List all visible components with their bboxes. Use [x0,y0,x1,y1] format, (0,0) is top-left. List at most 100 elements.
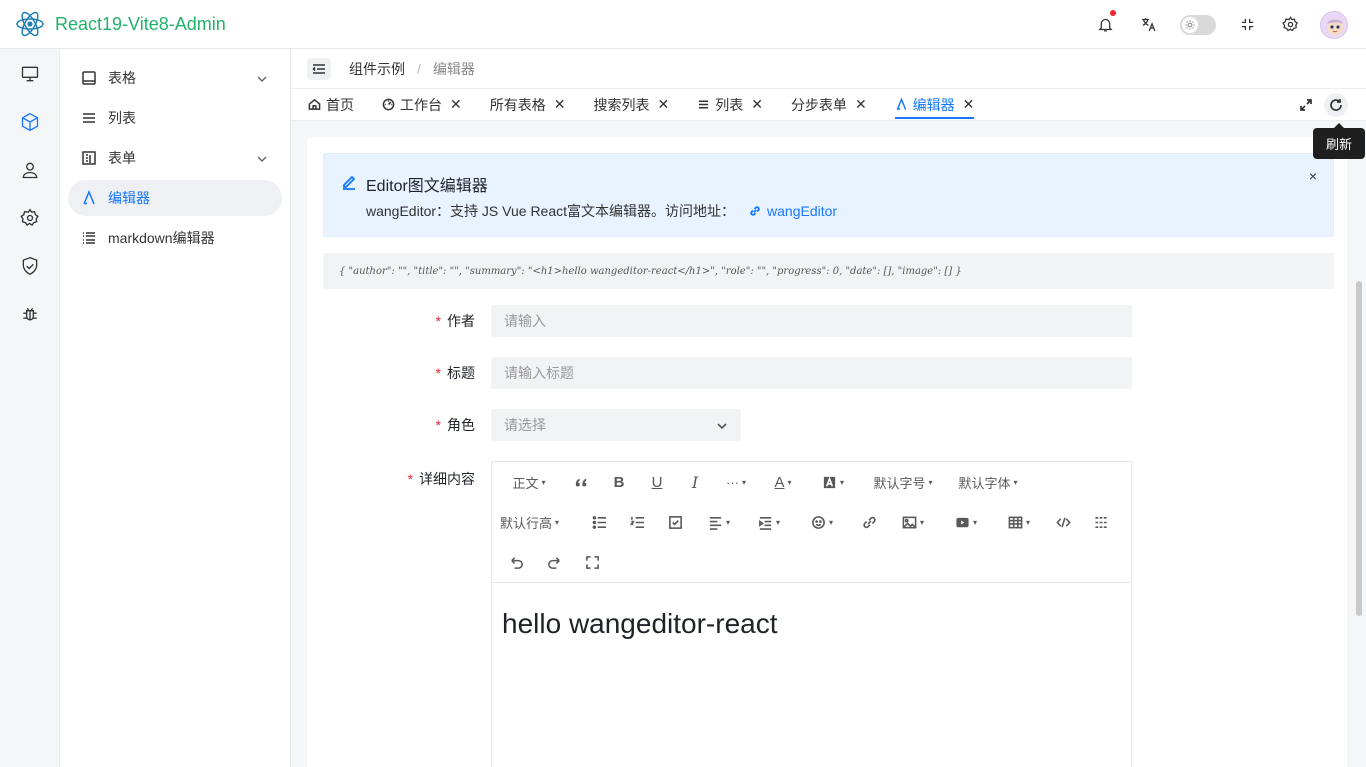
bulleted-list-button[interactable] [580,510,618,534]
numbered-list-button[interactable] [618,510,656,534]
emoji-icon [812,515,825,529]
image-dropdown[interactable]: ▾ [888,510,938,534]
tab-search-list[interactable]: 搜索列表 ✕ [593,89,669,121]
alert-close-icon[interactable]: × [1309,168,1317,184]
rail-item-settings[interactable] [0,194,60,242]
toolbar-row-2: 默认行高 ▾ ▾ ▾ ▾ ▾ ▾ ▾ [492,502,1120,542]
font-size-label: 默认字号 [873,475,926,491]
author-input[interactable]: 请输入 [491,305,1132,337]
avatar[interactable] [1320,10,1348,39]
tab-close-icon[interactable]: ✕ [963,96,975,113]
more-style-dropdown[interactable]: ··· ▾ [714,470,758,494]
gear-icon [1282,16,1299,32]
wangeditor-link[interactable]: wangEditor [749,203,837,219]
tab-close-icon[interactable]: ✕ [450,96,462,113]
undo-button[interactable] [497,550,535,574]
notification-button[interactable] [1084,0,1127,49]
editor-toolbar: 正文 ▾ B U I ··· ▾ A ▾ ▾ 默认字号 ▾ 默认字体 ▾ 默认行高 ▾ [492,462,1131,583]
underline-button[interactable]: U [638,470,676,494]
tab-close-icon[interactable]: ✕ [657,96,669,113]
shield-icon [22,256,38,276]
divider-icon [1094,516,1108,528]
maximize-button[interactable] [1294,93,1318,117]
italic-button[interactable]: I [676,470,714,494]
justify-dropdown[interactable]: ▾ [694,510,744,534]
theme-toggle[interactable] [1180,14,1216,35]
collapse-menu-button[interactable] [307,57,331,80]
sub-menu: 表格 列表 表单 编辑器 markdown编辑器 [60,49,291,767]
toolbar-row-3 [492,542,611,582]
tab-step-form[interactable]: 分步表单 ✕ [791,89,867,121]
title-placeholder: 请输入标题 [504,365,574,381]
tab-close-icon[interactable]: ✕ [554,96,566,113]
language-button[interactable] [1127,0,1170,49]
user-icon [22,162,38,179]
breadcrumb-parent[interactable]: 组件示例 [349,59,405,79]
title-input[interactable]: 请输入标题 [491,357,1132,389]
app-logo[interactable]: React19-Vite8-Admin [0,9,290,39]
role-select[interactable]: 请选择 [491,409,741,441]
submenu-item-editor[interactable]: 编辑器 [68,180,282,216]
dropdown-arrow: ▾ [1013,477,1018,487]
author-placeholder: 请输入 [504,313,546,329]
breadcrumb-current: 编辑器 [432,60,475,77]
quote-button[interactable] [562,470,600,494]
submenu-item-markdown[interactable]: markdown编辑器 [68,220,282,256]
editor-content[interactable]: hello wangeditor-react [492,583,1131,665]
refresh-button[interactable] [1324,93,1348,117]
info-alert: Editor图文编辑器 wangEditor：支持 JS Vue React富文… [323,153,1334,237]
submenu-item-form[interactable]: 表单 [68,140,282,176]
bulleted-list-icon [592,515,606,529]
rail-item-debug[interactable] [0,290,60,338]
insert-link-button[interactable] [850,510,888,534]
font-family-dropdown[interactable]: 默认字体 ▾ [948,470,1028,494]
tab-home[interactable]: 首页 [308,89,354,121]
tab-close-icon[interactable]: ✕ [855,96,867,113]
table-dropdown[interactable]: ▾ [994,510,1044,534]
toolbar-row-1: 正文 ▾ B U I ··· ▾ A ▾ ▾ 默认字号 ▾ 默认字体 ▾ [492,462,1028,502]
line-height-dropdown[interactable]: 默认行高 ▾ [500,510,580,534]
align-left-icon [709,516,722,530]
label-text: 标题 [447,365,475,381]
submenu-label: 编辑器 [108,190,150,206]
submenu-item-table[interactable]: 表格 [68,60,282,96]
required-mark: * [407,471,413,487]
submenu-item-list[interactable]: 列表 [68,100,282,136]
tab-editor[interactable]: 编辑器 ✕ [894,89,975,121]
tab-workbench[interactable]: 工作台 ✕ [382,89,462,121]
fullscreen-button[interactable] [1226,0,1269,49]
form-row-role: * 角色 请选择 [307,409,1347,441]
tab-close-icon[interactable]: ✕ [751,96,763,113]
editor-fullscreen-button[interactable] [573,550,611,574]
font-size-dropdown[interactable]: 默认字号 ▾ [858,470,948,494]
rail-item-user[interactable] [0,146,60,194]
rail-item-components[interactable] [0,98,60,146]
emotion-dropdown[interactable]: ▾ [794,510,850,534]
settings-button[interactable] [1269,0,1312,49]
indent-dropdown[interactable]: ▾ [744,510,794,534]
editor-icon [896,98,907,111]
rail-item-dashboard[interactable] [0,50,60,98]
form-label-content: * 详细内容 [307,461,491,489]
translate-icon [1142,18,1156,32]
code-block-button[interactable] [1044,510,1082,534]
dropdown-arrow: ▾ [928,477,933,487]
bold-button[interactable]: B [600,470,638,494]
rail-item-security[interactable] [0,242,60,290]
tab-list[interactable]: 列表 ✕ [697,89,763,121]
background-color-dropdown[interactable]: ▾ [808,470,858,494]
divider-button[interactable] [1082,510,1120,534]
tab-label: 搜索列表 [593,96,650,113]
alert-title: Editor图文编辑器 [366,178,488,195]
fullscreen-icon [1241,18,1254,31]
dropdown-arrow: ▾ [741,477,746,487]
app-title: React19-Vite8-Admin [55,13,226,34]
font-color-dropdown[interactable]: A ▾ [758,470,808,494]
table-icon [82,71,96,85]
tab-all-tables[interactable]: 所有表格 ✕ [490,89,566,121]
page-scrollbar[interactable] [1356,281,1362,616]
redo-button[interactable] [535,550,573,574]
paragraph-dropdown[interactable]: 正文 ▾ [507,470,551,494]
video-dropdown[interactable]: ▾ [938,510,994,534]
todo-button[interactable] [656,510,694,534]
